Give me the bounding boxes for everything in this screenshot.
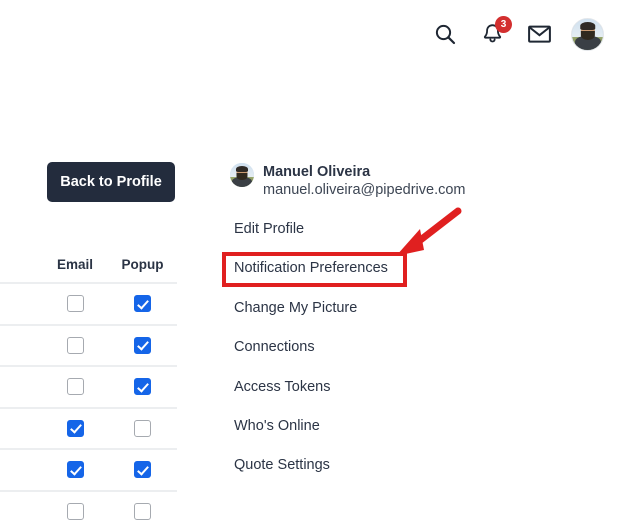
avatar-hair	[580, 22, 596, 30]
popup-cell	[108, 295, 177, 312]
popup-cell	[108, 503, 177, 520]
email-checkbox[interactable]	[67, 420, 84, 437]
menu-item-quote-settings[interactable]: Quote Settings	[234, 455, 434, 494]
popup-checkbox[interactable]	[134, 337, 151, 354]
profile-header: Manuel Oliveira manuel.oliveira@pipedriv…	[230, 163, 466, 200]
profile-name: Manuel Oliveira	[263, 163, 466, 181]
popup-checkbox[interactable]	[134, 503, 151, 520]
envelope-icon[interactable]	[524, 19, 554, 49]
email-cell	[42, 337, 108, 354]
profile-menu: Edit ProfileNotification PreferencesChan…	[234, 219, 434, 495]
email-cell	[42, 461, 108, 478]
profile-email: manuel.oliveira@pipedrive.com	[263, 181, 466, 200]
table-row	[0, 282, 177, 324]
table-row	[0, 448, 177, 490]
table-row	[0, 324, 177, 366]
email-cell	[42, 503, 108, 520]
column-header-popup: Popup	[108, 257, 177, 272]
email-checkbox[interactable]	[67, 337, 84, 354]
popup-cell	[108, 420, 177, 437]
top-bar: 3	[0, 0, 620, 68]
popup-checkbox[interactable]	[134, 420, 151, 437]
profile-text-block: Manuel Oliveira manuel.oliveira@pipedriv…	[263, 163, 466, 200]
user-avatar[interactable]	[571, 18, 604, 51]
menu-item-connections[interactable]: Connections	[234, 337, 434, 376]
popup-cell	[108, 378, 177, 395]
popup-checkbox[interactable]	[134, 461, 151, 478]
profile-avatar	[230, 163, 254, 187]
search-icon[interactable]	[430, 19, 460, 49]
menu-item-change-my-picture[interactable]: Change My Picture	[234, 298, 434, 337]
email-cell	[42, 295, 108, 312]
popup-checkbox[interactable]	[134, 295, 151, 312]
topbar-icon-group: 3	[430, 18, 604, 51]
bell-icon[interactable]: 3	[477, 19, 507, 49]
popup-cell	[108, 337, 177, 354]
email-cell	[42, 378, 108, 395]
notification-badge: 3	[495, 16, 512, 33]
popup-cell	[108, 461, 177, 478]
avatar-hair	[236, 166, 248, 172]
table-row	[0, 490, 177, 531]
email-checkbox[interactable]	[67, 503, 84, 520]
popup-checkbox[interactable]	[134, 378, 151, 395]
column-header-email: Email	[42, 257, 108, 272]
table-row	[0, 365, 177, 407]
menu-item-edit-profile[interactable]: Edit Profile	[234, 219, 434, 258]
table-body	[0, 282, 177, 531]
email-checkbox[interactable]	[67, 378, 84, 395]
email-checkbox[interactable]	[67, 295, 84, 312]
back-to-profile-button[interactable]: Back to Profile	[47, 162, 175, 202]
email-cell	[42, 420, 108, 437]
menu-item-who-s-online[interactable]: Who's Online	[234, 416, 434, 455]
table-row	[0, 407, 177, 449]
table-header-row: Email Popup	[0, 246, 177, 282]
menu-item-notification-preferences[interactable]: Notification Preferences	[234, 258, 434, 297]
notification-preferences-table: Email Popup	[0, 246, 177, 531]
email-checkbox[interactable]	[67, 461, 84, 478]
menu-item-access-tokens[interactable]: Access Tokens	[234, 377, 434, 416]
